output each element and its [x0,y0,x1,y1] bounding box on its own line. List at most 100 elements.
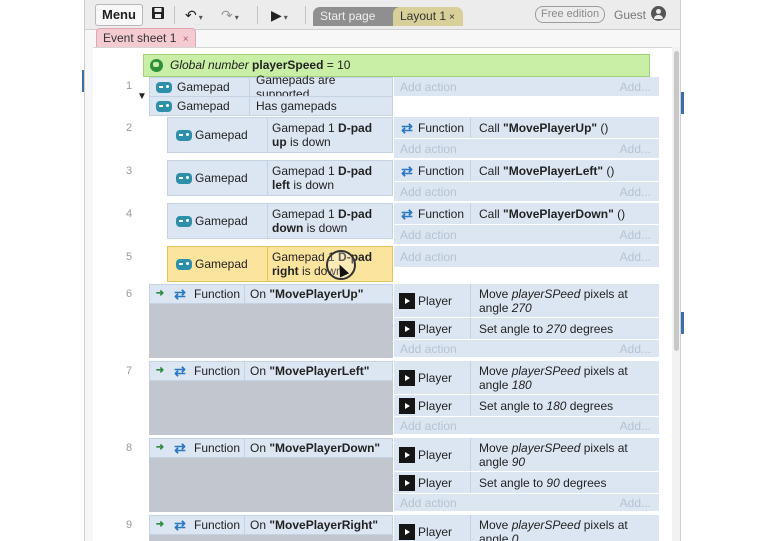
user-icon[interactable] [651,6,666,21]
condition-text: Gamepad 1 D-pad down is down [272,204,390,238]
action-row[interactable]: ⇄ Function Call "MovePlayerUp" () [394,117,659,139]
function-block[interactable]: ➜ ⇄ Function On "MovePlayerLeft" [149,361,393,381]
action-row[interactable]: Player Set angle to 270 degrees [394,318,659,340]
close-icon[interactable]: × [449,12,455,23]
action-text-2: pixels at [580,363,628,378]
action-text-2: degrees [566,321,614,336]
action-text-3: angle [479,454,512,469]
action-italic-1: playerSPeed [511,363,581,378]
function-name: "MovePlayerUp" [269,287,364,301]
object-label: Player [418,370,453,385]
add-action-row[interactable]: Add action Add... [394,139,659,159]
action-text-1: Move [479,286,512,301]
condition-pre: Gamepad 1 [272,207,339,221]
action-row[interactable]: ⇄ Function Call "MovePlayerLeft" () [394,160,659,182]
tab-label: Start page [320,9,376,23]
action-italic-2: 270 [511,300,532,315]
scrollbar-thumb[interactable] [674,51,679,351]
player-icon [399,398,415,414]
add-action-row[interactable]: Add action Add... [394,494,659,512]
condition-pre: Gamepad 1 [272,164,339,178]
add-action-row[interactable]: Add action Add... [394,225,659,245]
tab-layout-1[interactable]: Layout 1 × [393,7,463,26]
object-label: Player [418,447,453,462]
global-var-name: playerSpeed [252,58,324,72]
function-icon: ⇄ [174,286,186,302]
condition-object: Gamepad [150,78,250,96]
gamepad-icon [156,82,172,93]
function-body [149,304,393,358]
player-icon [399,293,415,309]
function-block[interactable]: ➜ ⇄ Function On "MovePlayerDown" [149,438,393,458]
action-row[interactable]: Player Move playerSPeed pixels at angle 9… [394,438,659,472]
gamepad-icon [176,259,192,270]
global-variable-row[interactable]: Global number playerSpeed = 10 [143,54,650,77]
save-icon[interactable] [151,5,165,25]
add-action-label: Add action [400,341,457,356]
user-label[interactable]: Guest [614,8,646,22]
condition-object: Gamepad [168,161,268,195]
collapse-arrow-icon[interactable]: ▼ [137,91,147,102]
action-row[interactable]: Player Move playerSPeed pixels at angle 1… [394,361,659,395]
edition-badge[interactable]: Free edition [535,6,606,23]
function-object: ➜ ⇄ Function [150,516,245,534]
add-action-row[interactable]: Add action Add... [394,182,659,202]
condition-text: Has gamepads [256,99,337,113]
function-name: "MovePlayerRight" [269,518,379,532]
play-icon[interactable]: ▶ ▾ [271,5,288,25]
add-more-label: Add... [619,141,651,156]
function-block[interactable]: ➜ ⇄ Function On "MovePlayerUp" [149,284,393,304]
function-block[interactable]: ➜ ⇄ Function On "MovePlayerRight" [149,515,393,535]
function-text: On "MovePlayerLeft" [250,362,369,380]
action-text-1: Set angle to [479,398,547,413]
add-action-row[interactable]: Add action Add... [394,77,659,97]
condition-block[interactable]: Gamepad Gamepad 1 D-pad up is down [167,117,393,153]
player-icon [399,475,415,491]
chevron-down-icon[interactable]: ▾ [199,13,203,22]
action-row[interactable]: Player Move playerSPeed pixels at angle 2… [394,284,659,318]
action-row[interactable]: Player Move playerSPeed pixels at angle 0 [394,515,659,541]
main-toolbar: Menu ↶ ▾ ↷ ▾ ▶ ▾ Start page Layout 1 × Free … [85,0,680,30]
condition-block[interactable]: Gamepad Gamepad 1 D-pad down is down [167,203,393,239]
function-icon: ⇄ [174,440,186,456]
action-text: Call "MovePlayerLeft" () [479,160,614,181]
action-text-1: Move [479,517,512,532]
condition-post: is down [286,135,331,149]
chevron-down-icon[interactable]: ▾ [235,13,239,22]
add-action-row[interactable]: Add action Add... [394,417,659,435]
action-post: () [603,163,615,178]
add-more-label: Add... [619,184,651,199]
object-label: Function [194,518,241,532]
add-action-label: Add action [400,184,457,199]
condition-block-selected[interactable]: Gamepad Gamepad 1 D-pad right is down [167,246,393,282]
add-more-label: Add... [619,495,651,510]
redo-icon[interactable]: ↷ ▾ [221,5,239,25]
event-number: 9 [125,519,133,531]
player-icon [399,370,415,386]
chevron-down-icon[interactable]: ▾ [284,13,288,22]
object-label: Player [418,475,453,490]
action-text-2: degrees [559,475,607,490]
vertical-scrollbar[interactable] [672,47,680,541]
object-label: Player [418,293,453,308]
add-action-row[interactable]: Add action Add... [394,340,659,358]
action-row[interactable]: ⇄ Function Call "MovePlayerDown" () [394,203,659,225]
action-object: Player [394,472,471,493]
action-pre: Call [479,206,504,221]
tab-event-sheet-1[interactable]: Event sheet 1 × [96,28,196,48]
condition-block[interactable]: Gamepad Has gamepads [149,96,393,116]
undo-icon[interactable]: ↶ ▾ [185,5,203,25]
gamepad-icon [176,130,192,141]
action-row[interactable]: Player Set angle to 90 degrees [394,472,659,494]
condition-block[interactable]: Gamepad Gamepads are supported [149,73,393,101]
arrow-right-icon: ➜ [155,288,165,299]
menu-button[interactable]: Menu [95,4,143,26]
add-action-row[interactable]: Add action Add... [394,246,659,268]
global-var-value: = 10 [323,58,351,72]
condition-block[interactable]: Gamepad Gamepad 1 D-pad left is down [167,160,393,196]
function-pre: On [250,518,270,532]
action-row[interactable]: Player Set angle to 180 degrees [394,395,659,417]
close-icon[interactable]: × [183,34,189,45]
action-text: Call "MovePlayerDown" () [479,203,625,224]
global-var-prefix: Global number [170,58,253,72]
